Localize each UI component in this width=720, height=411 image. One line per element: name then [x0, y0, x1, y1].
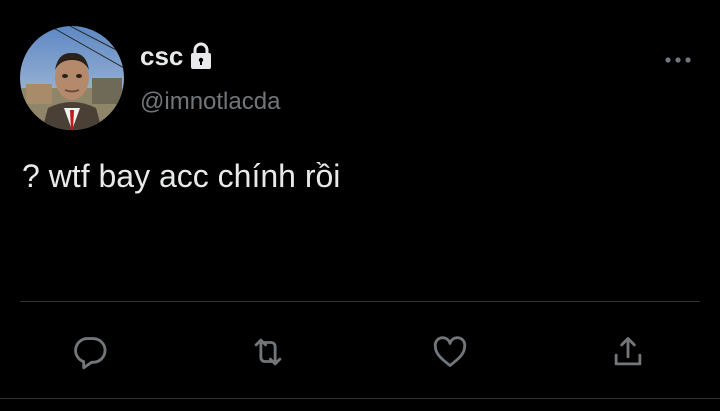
reply-icon: [74, 337, 107, 370]
avatar-image: [20, 26, 124, 130]
reply-button[interactable]: [68, 330, 112, 374]
bottom-divider: [0, 398, 720, 399]
author-name-row: csc: [140, 40, 213, 72]
author-handle[interactable]: @imnotlacda: [140, 86, 280, 118]
avatar[interactable]: [20, 26, 124, 130]
heart-icon: [433, 336, 467, 367]
lock-icon: [191, 42, 212, 69]
more-options-icon[interactable]: [664, 52, 692, 68]
divider: [20, 301, 700, 302]
retweet-icon: [254, 338, 282, 366]
tweet-card: csc @imnotlacda ? wtf bay acc chính rồi: [0, 0, 720, 411]
share-icon: [614, 337, 642, 366]
share-button[interactable]: [606, 330, 650, 374]
display-name[interactable]: csc: [140, 40, 183, 72]
tweet-text: ? wtf bay acc chính rồi: [22, 158, 341, 194]
retweet-button[interactable]: [246, 330, 290, 374]
like-button[interactable]: [428, 330, 472, 374]
action-bar: [0, 330, 720, 374]
